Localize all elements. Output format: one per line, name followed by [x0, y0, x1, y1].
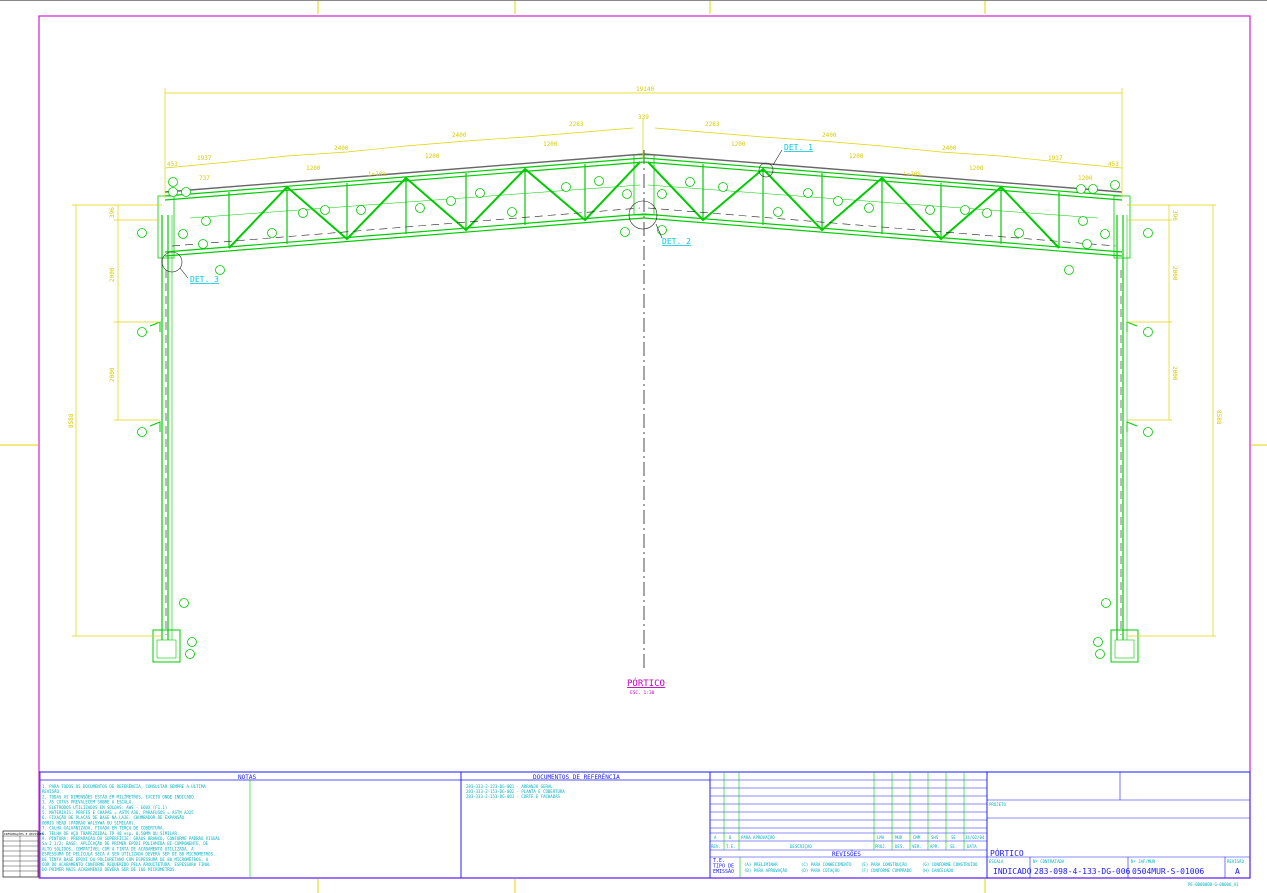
contratada-value: 283-098-4-133-DG-006 — [1034, 867, 1131, 876]
dim-top: 453 — [1108, 161, 1119, 168]
tipo-code: (G) CONFORME CONSTRUÍDO — [922, 862, 978, 867]
detail-label: DET. 2 — [662, 237, 691, 246]
revision-col: PROJ. — [875, 844, 887, 849]
reference-item: 283-333-2-153-DG-003 - CORTE E FACHADAS — [466, 794, 561, 799]
slope-label: i=10% — [368, 171, 386, 178]
dim-vertical: 2000 — [109, 367, 116, 382]
dim-vertical: 2000 — [1171, 366, 1178, 381]
dim-top: 2400 — [334, 145, 349, 152]
tipo-code: (C) PARA CONHECIMENTO — [801, 862, 852, 867]
tipo-emissao-line: EMISSÃO — [713, 868, 734, 875]
jaf-value: 0504MUR-S-01006 — [1132, 867, 1204, 876]
tipo-code: (H) CANCELADO — [922, 868, 954, 873]
jaf-label: Nº JAF/MUR — [1131, 859, 1156, 864]
notes-list: 1. PARA TODOS OS DOCUMENTOS DE REFERÊNCI… — [42, 784, 221, 872]
dim-top: 2400 — [942, 145, 957, 152]
revision-col: SE. — [950, 844, 957, 849]
dim-purlin: 1200 — [849, 153, 864, 160]
tipo-code: (B) PARA APROVAÇÃO — [744, 868, 788, 873]
dim-purlin: 737 — [199, 175, 210, 182]
dim-purlin: 1200 — [425, 153, 440, 160]
contratada-label: Nº CONTRATADA — [1033, 859, 1065, 864]
revision-cell: MUR — [895, 835, 903, 840]
dim-vertical: 396 — [109, 207, 116, 218]
tipo-code: (E) PARA CONSTRUÇÃO — [861, 862, 907, 867]
sheet-title: PÓRTICO — [990, 847, 1024, 858]
dim-vertical: 8588 — [68, 413, 75, 428]
tipo-code: (A) PRELIMINAR — [744, 862, 778, 867]
footer-code: PE-0000000-G-00006_A1 — [1188, 882, 1239, 887]
item-callouts — [137, 176, 1153, 659]
dim-top: 2283 — [705, 121, 720, 128]
revision-cell: SE — [951, 835, 956, 840]
revisions-header: REVISÕES — [832, 851, 861, 858]
dim-top: 2283 — [569, 121, 584, 128]
revision-cell: SHS — [931, 835, 939, 840]
escala-value: INDICADO — [993, 867, 1032, 876]
revision-col: DESCRIÇÃO — [790, 844, 812, 849]
dim-purlin: 1200 — [731, 141, 746, 148]
revision-col: DATA — [967, 844, 977, 849]
dim-purlin: 1200 — [306, 165, 321, 172]
note-line: 1. PARA TODOS OS DOCUMENTOS DE REFERÊNCI… — [42, 784, 206, 789]
slope-label: i=10% — [903, 171, 921, 178]
revision-col: T.E. — [726, 844, 736, 849]
revision-col: REV. — [711, 844, 721, 849]
tipo-emissao-label: T.E.TIPO DEEMISSÃO — [713, 858, 734, 875]
dim-top: 1937 — [197, 155, 212, 162]
dim-vertical: 8588 — [1215, 410, 1222, 425]
tipo-code: (F) CONFORME COMPRADO — [861, 868, 912, 873]
dim-overall-span: 19140 — [636, 86, 654, 93]
revision-cell: B — [729, 835, 732, 840]
detail-markers — [161, 149, 783, 279]
dim-vertical: 2000 — [1171, 266, 1178, 281]
revision-col: DES. — [895, 844, 905, 849]
dim-purlin: 1200 — [1078, 175, 1093, 182]
dim-top: 1937 — [1048, 155, 1063, 162]
dim-purlin: 1200 — [543, 141, 558, 148]
references-header: DOCUMENTOS DE REFERÊNCIA — [533, 773, 620, 781]
revision-cell: LMA — [877, 835, 885, 840]
dim-top: 453 — [167, 161, 178, 168]
detail-label: DET. 1 — [784, 143, 813, 152]
side-table-header: INFORMAÇÕES E REVISÕES — [4, 831, 44, 836]
dim-top: 339 — [638, 114, 649, 121]
portal-frame — [152, 154, 1139, 663]
revisao-value: A — [1235, 867, 1240, 876]
dim-vertical: 396 — [1171, 210, 1178, 221]
revisao-label: REVISÃO — [1227, 859, 1244, 864]
registration-marks — [0, 0, 1267, 893]
drawing-scale: ESC. 1:30 — [630, 690, 655, 696]
escala-label: ESCALA — [989, 859, 1004, 864]
dim-purlin: 1200 — [969, 165, 984, 172]
tipo-code: (D) PARA COTAÇÃO — [801, 868, 840, 873]
revision-col: APR. — [930, 844, 940, 849]
revision-cell: CMM — [913, 835, 921, 840]
projeto-label: PROJETO — [989, 802, 1006, 807]
note-line: DO PRIMER MAIS ACABAMENTO DEVERÁ SER DE … — [42, 867, 177, 872]
dim-top: 2400 — [822, 132, 837, 139]
revision-col: VER. — [912, 844, 922, 849]
drawing-frame — [38, 15, 1251, 879]
engineering-drawing: 19140 453 1937 2400 2400 2283 339 2283 2… — [0, 0, 1267, 893]
revision-cell: 14/02/04 — [965, 835, 985, 840]
revision-cell: A — [714, 835, 717, 840]
notes-header: NOTAS — [238, 774, 256, 781]
drawing-title: PÓRTICO — [627, 677, 665, 689]
detail-label: DET. 3 — [190, 275, 219, 284]
dim-vertical: 2000 — [109, 267, 116, 282]
dim-top: 2400 — [452, 132, 467, 139]
revision-cell: PARA APROVAÇÃO — [741, 835, 775, 840]
